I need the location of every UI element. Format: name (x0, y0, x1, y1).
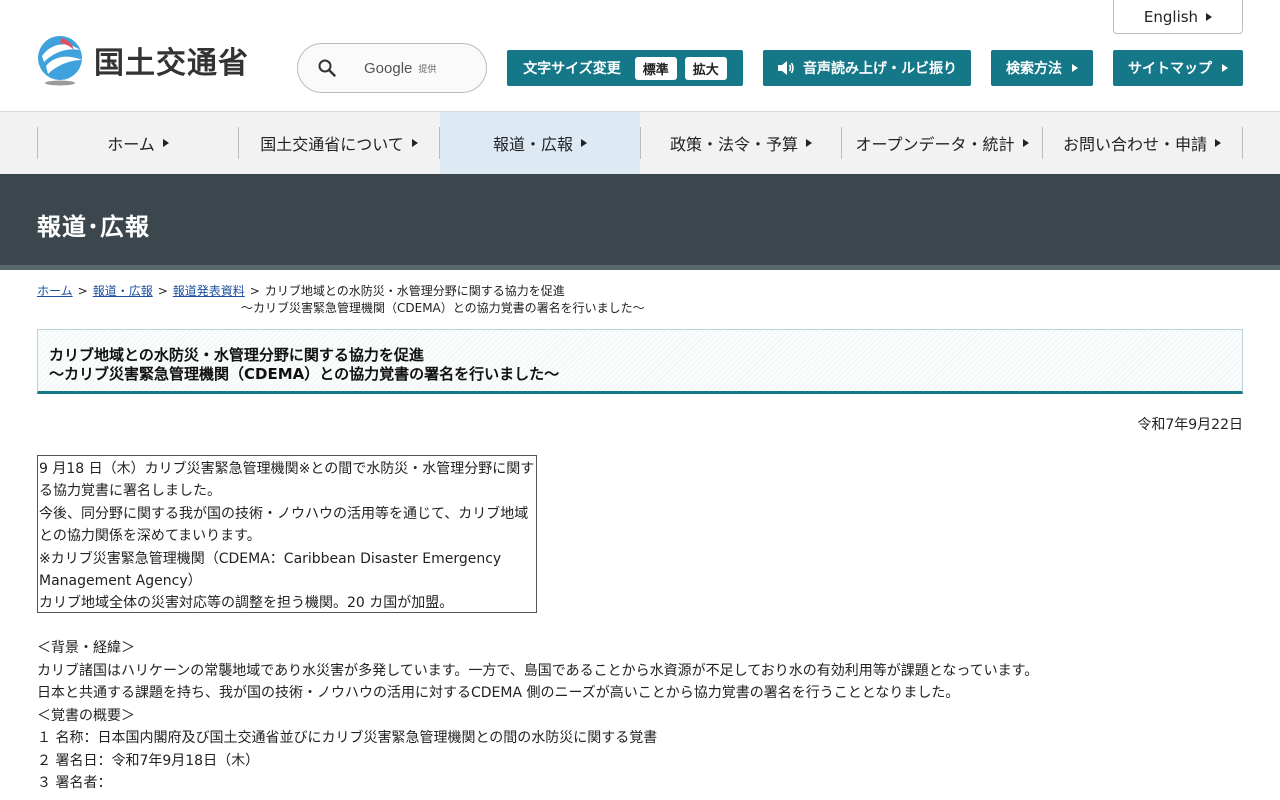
summary-line: カリブ地域全体の災害対応等の調整を担う機関。20 カ国が加盟。 (39, 595, 454, 612)
summary-line: 今後、同分野に関する我が国の技術・ノウハウの活用等を通じて、カリブ地域 (39, 505, 529, 522)
nav-item-label: 国土交通省について (260, 135, 404, 154)
nav-divider (1242, 127, 1243, 159)
sitemap-label: サイトマップ (1128, 61, 1212, 77)
body-paragraph: ３ 署名者： (37, 775, 112, 791)
font-size-large-button[interactable]: 拡大 (684, 56, 727, 80)
site-logo[interactable]: 国土交通省 (36, 34, 249, 86)
search-icon (318, 59, 336, 77)
section-heading: ＜背景・経緯＞ (37, 640, 135, 656)
nav-item-contact[interactable]: お問い合わせ・申請 (1043, 112, 1241, 174)
article-body: ＜背景・経緯＞ カリブ諸国はハリケーンの常襲地域であり水災害が多発しています。一… (37, 637, 1038, 795)
breadcrumb-releases-link[interactable]: 報道発表資料 (173, 284, 245, 298)
triangle-right-icon (1215, 139, 1221, 147)
breadcrumb-home-link[interactable]: ホーム (37, 284, 73, 298)
body-paragraph: ２ 署名日：令和7年9月18日（木） (37, 752, 260, 769)
triangle-right-icon (162, 139, 169, 147)
font-size-control: 文字サイズ変更 標準 拡大 (507, 50, 743, 86)
breadcrumb-current: カリブ地域との水防災・水管理分野に関する協力を促進 (264, 284, 565, 298)
nav-item-label: お問い合わせ・申請 (1062, 135, 1207, 154)
summary-line: 9 月18 日（木）カリブ災害緊急管理機関※との間で水防災・水管理分野に関す (39, 461, 535, 477)
summary-line: ※カリブ災害緊急管理機関（CDEMA：Caribbean Disaster Em… (39, 550, 502, 567)
breadcrumb-current-cont: ～カリブ災害緊急管理機関（CDEMA）との協力覚書の署名を行いました～ (241, 301, 645, 315)
triangle-right-icon (1206, 12, 1213, 21)
google-brand-sub: 提供 (418, 64, 437, 75)
summary-line: Management Agency） (39, 573, 202, 590)
mlit-logo-icon (38, 36, 82, 86)
nav-item-policy[interactable]: 政策・法令・予算 (641, 112, 841, 174)
font-size-standard-button[interactable]: 標準 (634, 56, 677, 80)
nav-item-press[interactable]: 報道・広報 (440, 112, 640, 174)
search-method-button[interactable]: 検索方法 (991, 50, 1093, 86)
voice-reading-label: 音声読み上げ・ルビ振り (803, 61, 957, 77)
voice-reading-button[interactable]: 音声読み上げ・ルビ振り (763, 50, 971, 86)
nav-item-label: 政策・法令・予算 (669, 135, 798, 154)
triangle-right-icon (411, 139, 418, 147)
summary-line: る協力覚書に署名しました。 (39, 483, 221, 500)
summary-box: 9 月18 日（木）カリブ災害緊急管理機関※との間で水防災・水管理分野に関す る… (37, 455, 537, 613)
nav-item-home[interactable]: ホーム (38, 112, 238, 174)
nav-item-about[interactable]: 国土交通省について (239, 112, 439, 174)
triangle-right-icon (806, 139, 812, 147)
publish-date: 令和7年9月22日 (1137, 417, 1243, 433)
triangle-right-icon (1022, 139, 1029, 147)
triangle-right-icon (581, 139, 587, 147)
sitemap-button[interactable]: サイトマップ (1113, 50, 1243, 86)
google-brand: Google (364, 59, 413, 77)
breadcrumb-press-link[interactable]: 報道・広報 (93, 284, 153, 298)
english-label: English (1143, 7, 1199, 26)
site-search-box[interactable]: Google 提供 (297, 43, 487, 93)
section-heading: ＜覚書の概要＞ (37, 707, 135, 724)
site-header: 国土交通省 English Google 提供 文字サイズ変更 標準 拡大 音声… (0, 0, 1280, 112)
nav-item-opendata[interactable]: オープンデータ・統計 (842, 112, 1042, 174)
summary-line: との協力関係を深めてまいります。 (39, 528, 261, 545)
article-title-line1: カリブ地域との水防災・水管理分野に関する協力を促進 (49, 346, 424, 364)
global-nav: ホーム 国土交通省について 報道・広報 政策・法令・予算 オープンデータ・統計 … (0, 112, 1280, 174)
triangle-right-icon (1072, 64, 1078, 72)
nav-item-label: ホーム (107, 135, 155, 154)
nav-item-label: 報道・広報 (492, 135, 573, 154)
article-title-line2: ～カリブ災害緊急管理機関（CDEMA）との協力覚書の署名を行いました～ (49, 365, 560, 383)
nav-item-label: オープンデータ・統計 (855, 135, 1015, 154)
breadcrumb: ホーム > 報道・広報 > 報道発表資料 > カリブ地域との水防災・水管理分野に関する協力を… (37, 284, 645, 315)
section-title: 報道･広報 (37, 213, 150, 241)
logo-text: 国土交通省 (94, 46, 249, 81)
search-method-label: 検索方法 (1006, 61, 1062, 77)
body-paragraph: カリブ諸国はハリケーンの常襲地域であり水災害が多発しています。一方で、島国である… (37, 662, 1039, 679)
font-size-label: 文字サイズ変更 (523, 61, 621, 77)
body-paragraph: 日本と共通する課題を持ち、我が国の技術・ノウハウの活用に対するCDEMA 側のニ… (37, 685, 960, 701)
body-paragraph: １ 名称：日本国内閣府及び国土交通省並びにカリブ災害緊急管理機関との間の水防災に… (37, 730, 658, 746)
english-button[interactable]: English (1113, 0, 1243, 34)
triangle-right-icon (1222, 64, 1228, 72)
article-title-box: カリブ地域との水防災・水管理分野に関する協力を促進 ～カリブ災害緊急管理機関（C… (37, 329, 1243, 394)
speaker-icon (778, 61, 794, 75)
section-banner: 報道･広報 (0, 174, 1280, 270)
